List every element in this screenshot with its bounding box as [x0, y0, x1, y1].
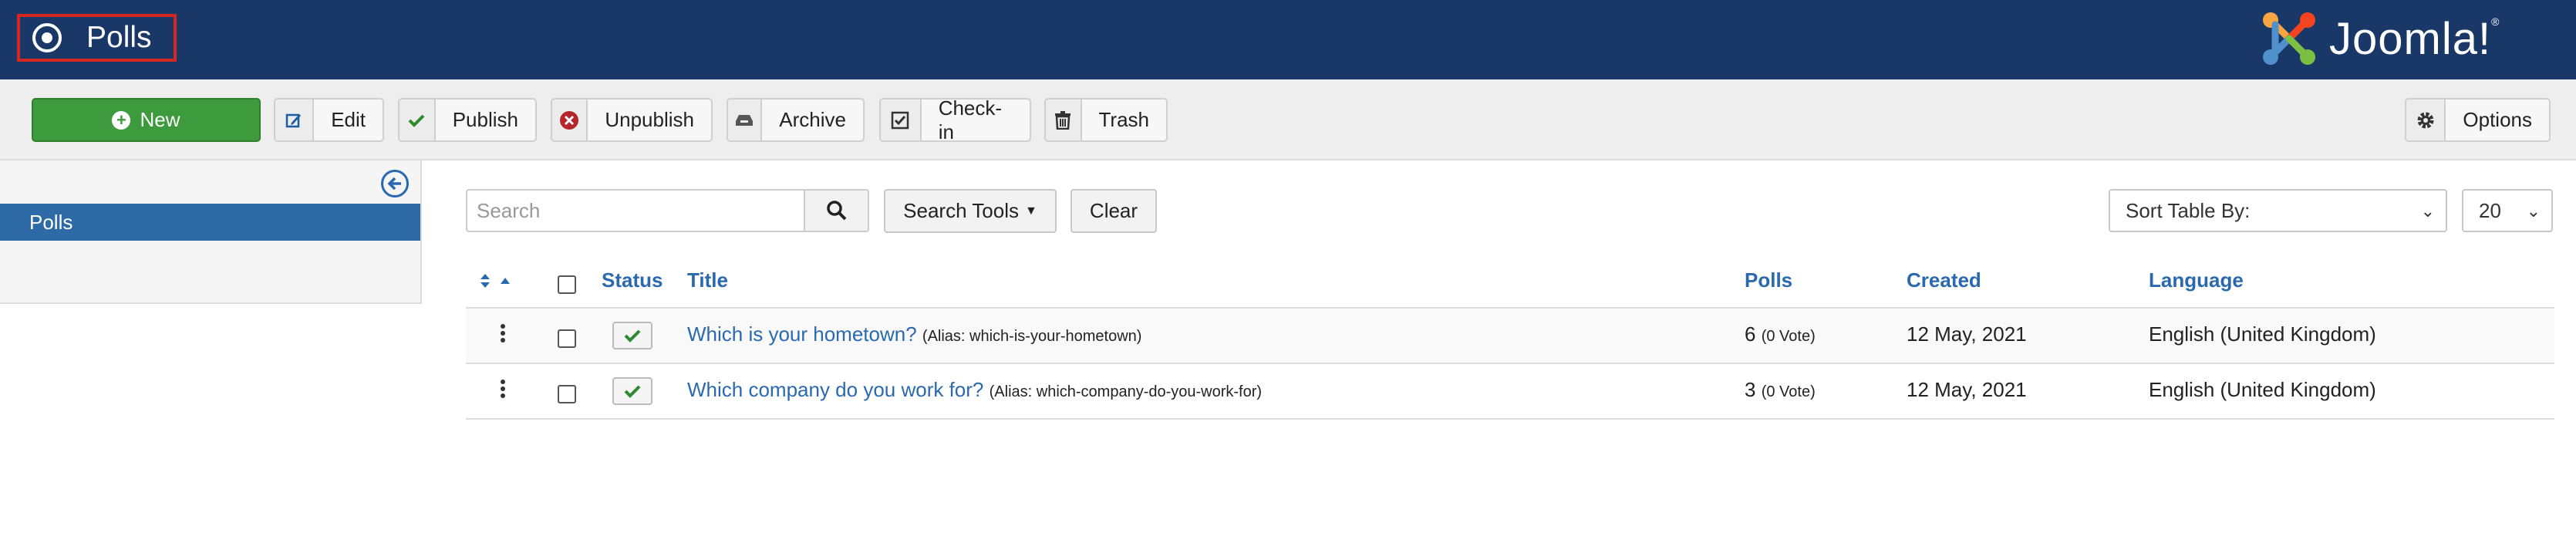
vote-count: (0 Vote): [1761, 383, 1816, 400]
logo-text: Joomla!: [2329, 13, 2492, 64]
poll-title-cell: Which is your hometown? (Alias: which-is…: [687, 322, 1141, 346]
published-status-button[interactable]: [612, 322, 652, 349]
trash-icon: [1046, 100, 1082, 140]
column-header-polls[interactable]: Polls: [1745, 268, 1792, 292]
toolbar: + New Edit Publish Unpublish Archive Che…: [0, 79, 2576, 160]
vote-count: (0 Vote): [1761, 328, 1816, 345]
search-tools-button[interactable]: Search Tools ▼: [884, 189, 1057, 233]
search-tools-label: Search Tools: [903, 199, 1019, 222]
list-limit-value: 20: [2479, 198, 2501, 222]
sort-table-label: Sort Table By:: [2126, 198, 2251, 222]
caret-down-icon: ▼: [1025, 204, 1037, 218]
unpublish-button-label: Unpublish: [605, 108, 694, 131]
sidebar-item-polls[interactable]: Polls: [0, 204, 420, 241]
poll-title-cell: Which company do you work for? (Alias: w…: [687, 378, 1262, 402]
page-title-box: Polls: [17, 14, 177, 62]
times-circle-icon: [552, 100, 588, 140]
trash-button[interactable]: Trash: [1044, 98, 1168, 142]
drag-handle-icon[interactable]: [501, 380, 505, 400]
search-button[interactable]: [804, 189, 869, 232]
language-cell: English (United Kingdom): [2149, 322, 2376, 346]
chevron-down-icon: ⌄: [2420, 201, 2435, 221]
logo-registered-mark: ®: [2491, 15, 2500, 28]
sidebar: Polls: [0, 160, 422, 304]
search-icon: [826, 201, 846, 221]
check-icon: [624, 385, 641, 398]
row-checkbox[interactable]: [558, 329, 576, 348]
edit-button-label: Edit: [331, 108, 366, 131]
publish-button[interactable]: Publish: [398, 98, 537, 142]
options-button-label: Options: [2463, 108, 2532, 131]
column-header-created[interactable]: Created: [1907, 268, 1981, 292]
new-button[interactable]: + New: [32, 98, 261, 142]
published-status-button[interactable]: [612, 377, 652, 405]
check-icon: [624, 329, 641, 343]
archive-button-label: Archive: [779, 108, 846, 131]
edit-icon: [275, 100, 315, 140]
publish-button-label: Publish: [452, 108, 518, 131]
new-button-label: New: [140, 108, 180, 131]
table-bottom-border: [466, 418, 2554, 420]
joomla-logo[interactable]: Joomla! ®: [2260, 8, 2499, 69]
gear-icon: [2406, 100, 2446, 140]
options-button[interactable]: Options: [2405, 98, 2551, 142]
column-header-status[interactable]: Status: [602, 268, 663, 292]
search-input[interactable]: Search: [466, 189, 805, 232]
page-title: Polls: [86, 21, 152, 54]
list-limit-select[interactable]: 20 ⌄: [2462, 189, 2553, 232]
poll-title-link[interactable]: Which company do you work for?: [687, 378, 983, 401]
archive-icon: [728, 100, 763, 140]
column-header-language[interactable]: Language: [2149, 268, 2244, 292]
sort-table-select[interactable]: Sort Table By: ⌄: [2109, 189, 2447, 232]
check-in-button-label: Check-in: [938, 96, 1003, 143]
column-header-title[interactable]: Title: [687, 268, 728, 292]
poll-title-link[interactable]: Which is your hometown?: [687, 322, 917, 346]
unpublish-button[interactable]: Unpublish: [551, 98, 713, 142]
poll-alias: (Alias: which-is-your-hometown): [922, 328, 1142, 345]
plus-circle-icon: +: [112, 110, 131, 130]
trash-button-label: Trash: [1098, 108, 1150, 131]
joomla-mark-icon: [2263, 12, 2315, 65]
poll-count-cell: 6 (0 Vote): [1745, 322, 1816, 346]
check-in-button[interactable]: Check-in: [879, 96, 1031, 143]
radio-circle-icon: [32, 23, 62, 52]
poll-count-cell: 3 (0 Vote): [1745, 378, 1816, 402]
app-header: Polls Joomla! ®: [0, 0, 2576, 79]
chevron-down-icon: ⌄: [2526, 201, 2541, 221]
row-checkbox[interactable]: [558, 385, 576, 403]
ordering-sort-icon[interactable]: [480, 273, 511, 289]
drag-handle-icon[interactable]: [501, 324, 505, 345]
collapse-sidebar-icon[interactable]: [381, 170, 409, 197]
select-all-checkbox[interactable]: [558, 275, 576, 294]
archive-button[interactable]: Archive: [727, 98, 865, 142]
checkbox-checked-icon: [881, 100, 922, 140]
check-icon: [400, 100, 436, 140]
poll-alias: (Alias: which-company-do-you-work-for): [989, 383, 1263, 400]
clear-button[interactable]: Clear: [1071, 189, 1157, 233]
created-date: 12 May, 2021: [1907, 322, 2027, 346]
poll-count: 6: [1745, 322, 1756, 346]
language-cell: English (United Kingdom): [2149, 378, 2376, 401]
created-date: 12 May, 2021: [1907, 378, 2027, 401]
edit-button[interactable]: Edit: [274, 98, 384, 142]
poll-count: 3: [1745, 378, 1756, 401]
